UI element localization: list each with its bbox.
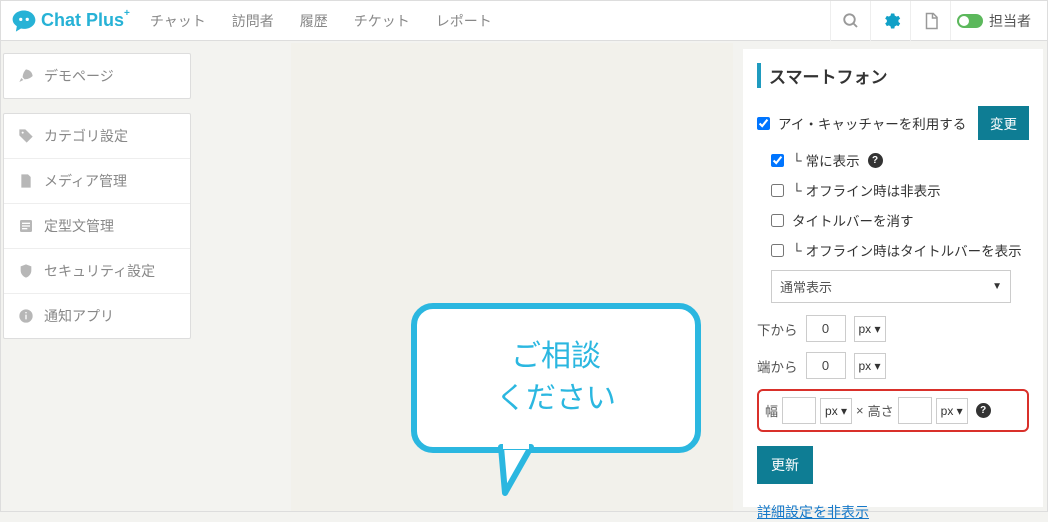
bubble-box: ご相談ください bbox=[411, 303, 701, 453]
sidebar-item-demo[interactable]: デモページ bbox=[4, 54, 190, 98]
sidebar-item-templates[interactable]: 定型文管理 bbox=[4, 204, 190, 249]
sidebar-group-settings: カテゴリ設定 メディア管理 定型文管理 セキュリティ設定 通知アプリ bbox=[3, 113, 191, 339]
sidebar-item-security[interactable]: セキュリティ設定 bbox=[4, 249, 190, 294]
sidebar-item-label: デモページ bbox=[44, 66, 114, 86]
sidebar-item-label: 定型文管理 bbox=[44, 216, 114, 236]
chk-eyecatcher[interactable] bbox=[757, 117, 770, 130]
app-logo[interactable]: Chat Plus+ bbox=[11, 8, 130, 34]
display-mode-select[interactable]: 通常表示 ▼ bbox=[771, 270, 1011, 303]
chevron-down-icon: ▼ bbox=[992, 281, 1002, 292]
change-button[interactable]: 変更 bbox=[978, 106, 1029, 140]
row-eyecatcher: アイ・キャッチャーを利用する 変更 bbox=[757, 106, 1029, 140]
sidebar-group-demo: デモページ bbox=[3, 53, 191, 99]
input-bottom[interactable] bbox=[806, 315, 846, 342]
chk-offline-hide-label: オフライン時は非表示 bbox=[806, 180, 941, 200]
bubble-text: ご相談ください bbox=[496, 336, 616, 420]
row-offline-hide: └ オフライン時は非表示 bbox=[771, 180, 1029, 200]
document-icon[interactable] bbox=[910, 1, 950, 41]
input-width[interactable] bbox=[782, 397, 816, 424]
chk-hide-titlebar[interactable] bbox=[771, 214, 784, 227]
assignee-toggle[interactable]: 担当者 bbox=[950, 1, 1037, 40]
search-icon[interactable] bbox=[830, 1, 870, 41]
label-times: × bbox=[856, 403, 864, 418]
unit-width[interactable]: px ▾ bbox=[820, 398, 852, 424]
app-header: Chat Plus+ チャット 訪問者 履歴 チケット レポート 担当者 bbox=[1, 1, 1047, 41]
eyecatcher-bubble: ご相談ください bbox=[411, 303, 701, 483]
input-height[interactable] bbox=[898, 397, 932, 424]
brand-plus: + bbox=[124, 8, 130, 19]
gear-icon[interactable] bbox=[870, 1, 910, 41]
label-width: 幅 bbox=[765, 401, 778, 420]
settings-panel: スマートフォン アイ・キャッチャーを利用する 変更 └ 常に表示 ? └ オフラ… bbox=[743, 49, 1043, 507]
file-icon bbox=[18, 173, 34, 189]
chk-always-label: 常に表示 bbox=[806, 150, 860, 170]
input-edge[interactable] bbox=[806, 352, 846, 379]
chk-eyecatcher-label: アイ・キャッチャーを利用する bbox=[778, 113, 966, 133]
sidebar-item-label: メディア管理 bbox=[44, 171, 127, 191]
main-nav: チャット 訪問者 履歴 チケット レポート bbox=[150, 11, 492, 31]
chk-offline-titlebar[interactable] bbox=[771, 244, 784, 257]
info-icon bbox=[18, 308, 34, 324]
unit-height[interactable]: px ▾ bbox=[936, 398, 968, 424]
left-sidebar: デモページ カテゴリ設定 メディア管理 定型文管理 セキュリティ設定 通知アプリ bbox=[3, 53, 191, 353]
nav-visitors[interactable]: 訪問者 bbox=[232, 11, 274, 31]
display-mode-value: 通常表示 bbox=[780, 277, 832, 296]
row-offline-titlebar: └ オフライン時はタイトルバーを表示 bbox=[771, 240, 1029, 260]
sidebar-item-notify[interactable]: 通知アプリ bbox=[4, 294, 190, 338]
nav-history[interactable]: 履歴 bbox=[300, 11, 328, 31]
help-icon[interactable]: ? bbox=[976, 403, 991, 418]
sidebar-item-label: カテゴリ設定 bbox=[44, 126, 128, 146]
chk-always[interactable] bbox=[771, 154, 784, 167]
shield-icon bbox=[18, 263, 34, 279]
label-height: 高さ bbox=[868, 401, 894, 420]
label-bottom: 下から bbox=[757, 319, 798, 339]
update-button[interactable]: 更新 bbox=[757, 446, 813, 484]
help-icon[interactable]: ? bbox=[868, 153, 883, 168]
chk-offline-hide[interactable] bbox=[771, 184, 784, 197]
list-icon bbox=[18, 218, 34, 234]
nav-tickets[interactable]: チケット bbox=[354, 11, 410, 31]
size-highlight-box: 幅 px ▾ × 高さ px ▾ ? bbox=[757, 389, 1029, 432]
preview-canvas: ご相談ください bbox=[291, 43, 733, 511]
panel-title: スマートフォン bbox=[757, 63, 1029, 88]
row-hide-titlebar: タイトルバーを消す bbox=[771, 210, 1029, 230]
header-right: 担当者 bbox=[830, 1, 1037, 40]
label-edge: 端から bbox=[757, 356, 798, 376]
unit-edge[interactable]: px ▾ bbox=[854, 353, 886, 379]
chk-hide-titlebar-label: タイトルバーを消す bbox=[792, 210, 914, 230]
nav-reports[interactable]: レポート bbox=[436, 11, 492, 31]
sidebar-item-media[interactable]: メディア管理 bbox=[4, 159, 190, 204]
brand-text: Chat Plus bbox=[41, 10, 124, 31]
unit-bottom[interactable]: px ▾ bbox=[854, 316, 886, 342]
row-bottom: 下から px ▾ bbox=[757, 315, 1029, 342]
sidebar-item-category[interactable]: カテゴリ設定 bbox=[4, 114, 190, 159]
sidebar-item-label: 通知アプリ bbox=[44, 306, 114, 326]
tag-icon bbox=[18, 128, 34, 144]
chk-offline-titlebar-label: オフライン時はタイトルバーを表示 bbox=[806, 240, 1022, 260]
assignee-label: 担当者 bbox=[989, 11, 1031, 31]
toggle-switch-icon bbox=[957, 14, 983, 28]
nav-chat[interactable]: チャット bbox=[150, 11, 206, 31]
bubble-tail-icon bbox=[481, 443, 551, 503]
row-edge: 端から px ▾ bbox=[757, 352, 1029, 379]
row-always: └ 常に表示 ? bbox=[771, 150, 1029, 170]
toggle-detail-link[interactable]: 詳細設定を非表示 bbox=[757, 504, 869, 520]
rocket-icon bbox=[18, 68, 34, 84]
sidebar-item-label: セキュリティ設定 bbox=[44, 261, 155, 281]
chat-logo-icon bbox=[11, 8, 37, 34]
